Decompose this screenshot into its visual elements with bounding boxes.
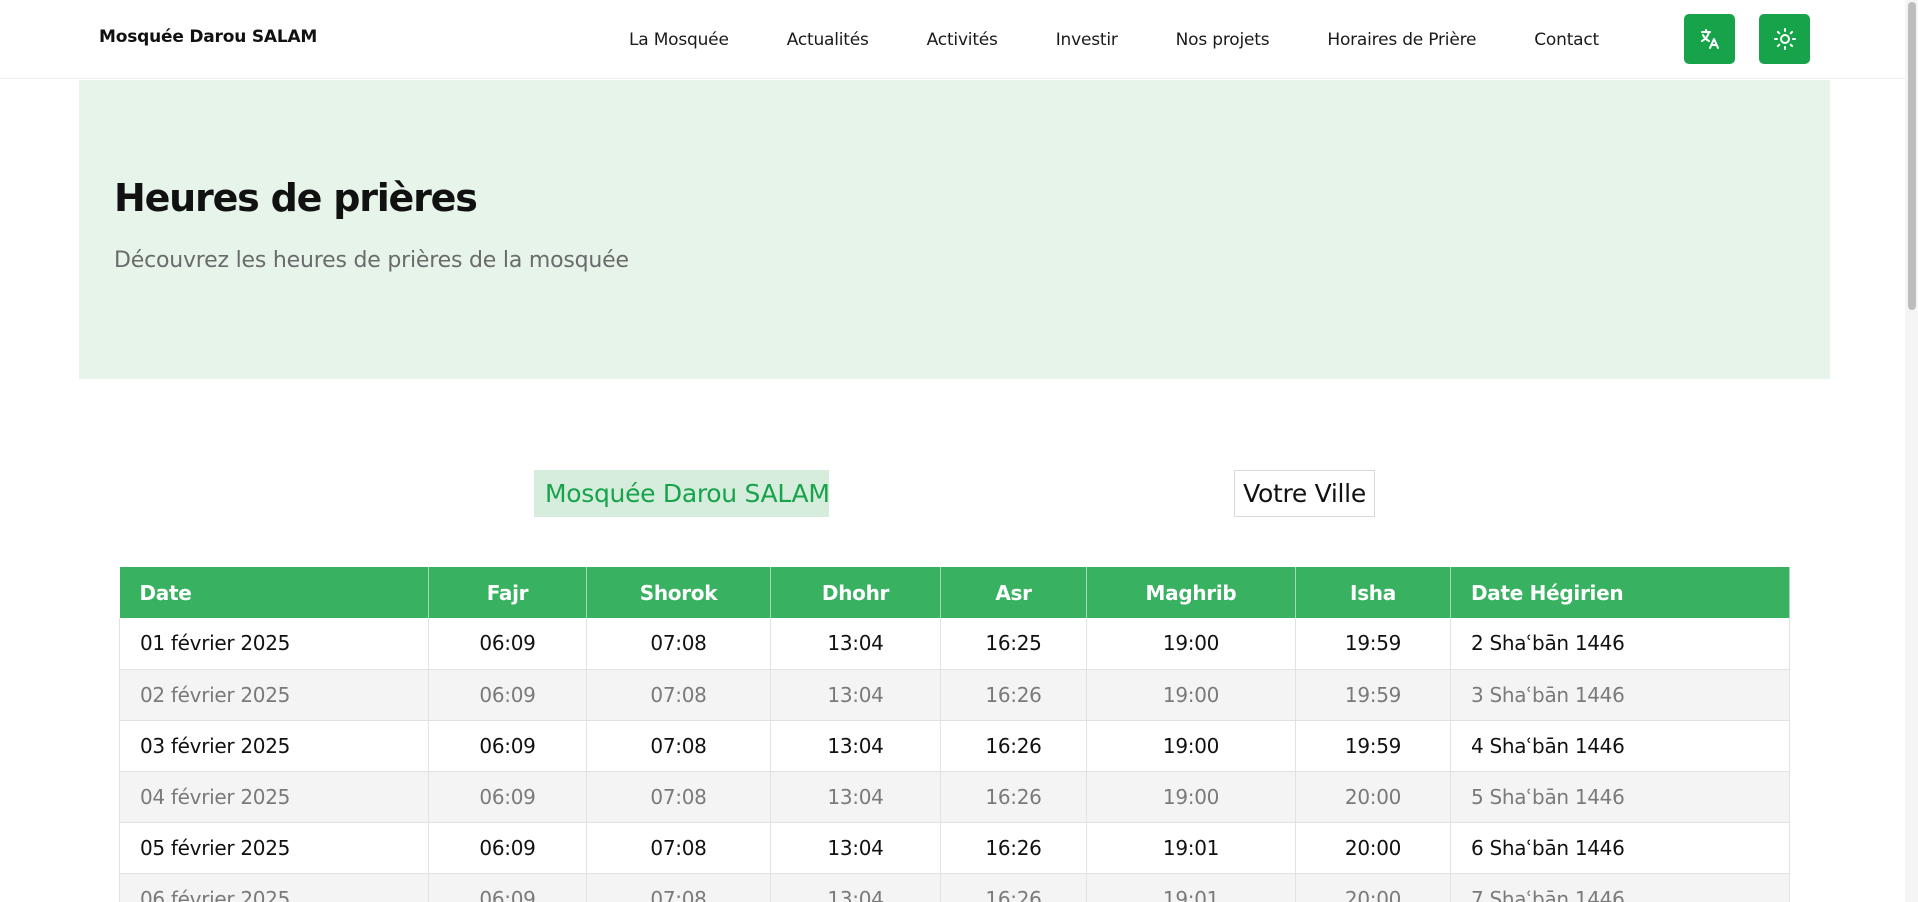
- cell-shorok: 07:08: [586, 669, 771, 721]
- cell-date: 03 février 2025: [119, 720, 429, 772]
- cell-asr: 16:26: [940, 669, 1087, 721]
- cell-hijri-date: 3 Shaʿbān 1446: [1450, 669, 1790, 721]
- hero-banner: Heures de prières Découvrez les heures d…: [79, 80, 1830, 379]
- cell-hijri-date: 6 Shaʿbān 1446: [1450, 822, 1790, 874]
- sun-icon: [1773, 28, 1796, 50]
- cell-hijri-date: 4 Shaʿbān 1446: [1450, 720, 1790, 772]
- cell-date: 02 février 2025: [119, 669, 429, 721]
- cell-shorok: 07:08: [586, 873, 771, 902]
- prayer-times-table-container: Date Fajr Shorok Dhohr Asr Maghrib Isha …: [119, 567, 1790, 902]
- cell-hijri-date: 7 Shaʿbān 1446: [1450, 873, 1790, 902]
- page-subtitle: Découvrez les heures de prières de la mo…: [114, 248, 629, 273]
- cell-dhohr: 13:04: [770, 669, 941, 721]
- cell-maghrib: 19:00: [1086, 669, 1296, 721]
- top-navbar: Mosquée Darou SALAM La Mosquée Actualité…: [0, 0, 1918, 79]
- table-row: 05 février 2025 06:09 07:08 13:04 16:26 …: [119, 822, 1790, 874]
- cell-date: 04 février 2025: [119, 771, 429, 823]
- theme-toggle-button[interactable]: [1759, 14, 1810, 64]
- cell-asr: 16:25: [940, 618, 1087, 670]
- cell-isha: 19:59: [1295, 720, 1451, 772]
- cell-isha: 19:59: [1295, 618, 1451, 670]
- cell-maghrib: 19:01: [1086, 873, 1296, 902]
- cell-shorok: 07:08: [586, 720, 771, 772]
- nav-links: La Mosquée Actualités Activités Investir…: [600, 0, 1628, 79]
- column-header-maghrib: Maghrib: [1086, 567, 1296, 618]
- cell-dhohr: 13:04: [770, 771, 941, 823]
- brand-logo-text[interactable]: Mosquée Darou SALAM: [99, 27, 317, 47]
- toggle-your-city[interactable]: Votre Ville: [1234, 470, 1375, 517]
- cell-shorok: 07:08: [586, 822, 771, 874]
- nav-link-activites[interactable]: Activités: [927, 30, 998, 50]
- nav-link-nos-projets[interactable]: Nos projets: [1176, 30, 1270, 50]
- table-row: 04 février 2025 06:09 07:08 13:04 16:26 …: [119, 771, 1790, 823]
- nav-link-horaires-de-priere[interactable]: Horaires de Prière: [1327, 30, 1476, 50]
- cell-maghrib: 19:01: [1086, 822, 1296, 874]
- cell-asr: 16:26: [940, 771, 1087, 823]
- nav-link-actualites[interactable]: Actualités: [787, 30, 869, 50]
- column-header-fajr: Fajr: [428, 567, 587, 618]
- cell-dhohr: 13:04: [770, 873, 941, 902]
- page-scrollbar[interactable]: [1905, 0, 1918, 902]
- cell-maghrib: 19:00: [1086, 720, 1296, 772]
- cell-dhohr: 13:04: [770, 822, 941, 874]
- cell-fajr: 06:09: [428, 771, 587, 823]
- cell-date: 06 février 2025: [119, 873, 429, 902]
- page-title: Heures de prières: [114, 176, 478, 220]
- cell-asr: 16:26: [940, 873, 1087, 902]
- table-header-row: Date Fajr Shorok Dhohr Asr Maghrib Isha …: [119, 567, 1790, 618]
- translate-icon: [1700, 29, 1719, 49]
- column-header-isha: Isha: [1295, 567, 1451, 618]
- column-header-shorok: Shorok: [586, 567, 771, 618]
- cell-fajr: 06:09: [428, 873, 587, 902]
- column-header-hijri-date: Date Hégirien: [1450, 567, 1790, 618]
- prayer-times-table: Date Fajr Shorok Dhohr Asr Maghrib Isha …: [119, 567, 1790, 902]
- translate-button[interactable]: [1684, 14, 1735, 64]
- cell-isha: 20:00: [1295, 873, 1451, 902]
- column-header-date: Date: [119, 567, 429, 618]
- table-row: 02 février 2025 06:09 07:08 13:04 16:26 …: [119, 669, 1790, 721]
- cell-isha: 20:00: [1295, 822, 1451, 874]
- cell-hijri-date: 2 Shaʿbān 1446: [1450, 618, 1790, 670]
- cell-hijri-date: 5 Shaʿbān 1446: [1450, 771, 1790, 823]
- cell-date: 05 février 2025: [119, 822, 429, 874]
- table-row: 03 février 2025 06:09 07:08 13:04 16:26 …: [119, 720, 1790, 772]
- cell-asr: 16:26: [940, 720, 1087, 772]
- cell-date: 01 février 2025: [119, 618, 429, 670]
- cell-fajr: 06:09: [428, 720, 587, 772]
- column-header-dhohr: Dhohr: [770, 567, 941, 618]
- nav-link-la-mosquee[interactable]: La Mosquée: [629, 30, 729, 50]
- toggle-mosque-times[interactable]: Mosquée Darou SALAM: [534, 470, 830, 517]
- column-header-asr: Asr: [940, 567, 1087, 618]
- nav-link-investir[interactable]: Investir: [1056, 30, 1118, 50]
- cell-dhohr: 13:04: [770, 720, 941, 772]
- cell-fajr: 06:09: [428, 822, 587, 874]
- table-row: 01 février 2025 06:09 07:08 13:04 16:25 …: [119, 618, 1790, 670]
- cell-shorok: 07:08: [586, 771, 771, 823]
- cell-shorok: 07:08: [586, 618, 771, 670]
- cell-isha: 19:59: [1295, 669, 1451, 721]
- cell-isha: 20:00: [1295, 771, 1451, 823]
- scrollbar-thumb[interactable]: [1908, 2, 1916, 310]
- cell-fajr: 06:09: [428, 618, 587, 670]
- nav-link-contact[interactable]: Contact: [1534, 30, 1599, 50]
- cell-asr: 16:26: [940, 822, 1087, 874]
- cell-maghrib: 19:00: [1086, 771, 1296, 823]
- table-row: 06 février 2025 06:09 07:08 13:04 16:26 …: [119, 873, 1790, 902]
- cell-maghrib: 19:00: [1086, 618, 1296, 670]
- cell-dhohr: 13:04: [770, 618, 941, 670]
- cell-fajr: 06:09: [428, 669, 587, 721]
